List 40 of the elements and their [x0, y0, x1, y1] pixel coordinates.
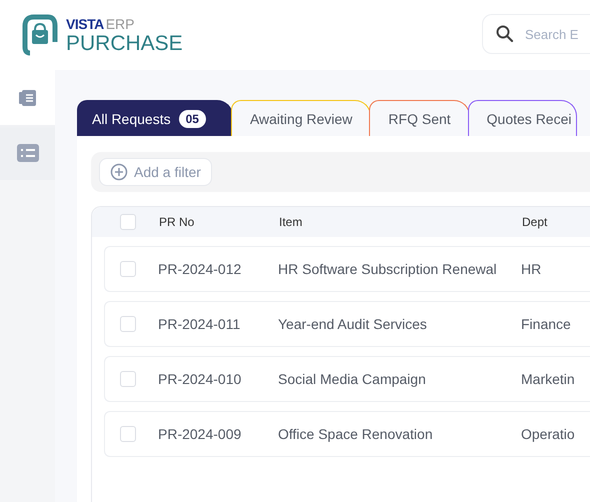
table-row[interactable]: PR-2024-011 Year-end Audit Services Finance — [104, 301, 590, 347]
table-cell-text: Office Space Renovation — [278, 426, 434, 442]
tab[interactable]: Quotes Recei — [468, 100, 576, 136]
table-cell: Finance — [521, 316, 571, 332]
checkbox[interactable] — [120, 371, 136, 387]
table-cell-text: HR Software Subscription Renewal — [278, 261, 498, 277]
ledger-icon — [18, 88, 38, 108]
table-cell: Marketin — [521, 371, 575, 387]
table-row[interactable]: PR-2024-009 Office Space Renovation Operatio — [104, 411, 590, 457]
column-header: Item — [279, 215, 304, 229]
module-title: PURCHASE — [66, 32, 183, 54]
table-cell-text: PR-2024-009 — [158, 426, 242, 442]
checkbox[interactable] — [120, 261, 136, 277]
checkbox[interactable] — [120, 214, 136, 230]
brand-name: VISTA — [66, 16, 104, 32]
column-header: Dept — [522, 215, 548, 229]
table-row[interactable]: PR-2024-010 Social Media Campaign Marketin — [104, 356, 590, 402]
table-cell: HR — [521, 261, 542, 277]
brand-suffix: ERP — [106, 16, 134, 32]
table-cell-text: Social Media Campaign — [278, 371, 427, 387]
table-cell-text: PR-2024-010 — [158, 371, 242, 387]
search-icon — [496, 25, 514, 43]
tab[interactable]: Awaiting Review — [230, 100, 372, 136]
count-badge: 05 — [178, 110, 206, 128]
tab[interactable]: All Requests 05 — [77, 100, 233, 136]
plus-circle-icon — [110, 163, 128, 181]
checkbox[interactable] — [120, 316, 136, 332]
table-cell-text: Year-end Audit Services — [278, 316, 428, 332]
checkbox[interactable] — [120, 426, 136, 442]
sidebar-item[interactable] — [0, 70, 55, 125]
table-row[interactable]: PR-2024-012 HR Software Subscription Renewal HR — [104, 246, 590, 292]
list-icon — [16, 144, 38, 162]
sidebar-item[interactable] — [0, 125, 55, 180]
table-cell-text: PR-2024-011 — [158, 316, 242, 332]
table-cell: Operatio — [521, 426, 575, 442]
shopping-bag-logo-icon — [22, 14, 58, 56]
search-field[interactable]: Search E — [482, 14, 590, 54]
tab[interactable]: RFQ Sent — [369, 100, 470, 136]
column-header: PR No — [159, 215, 196, 229]
table-cell-text: PR-2024-012 — [158, 261, 242, 277]
